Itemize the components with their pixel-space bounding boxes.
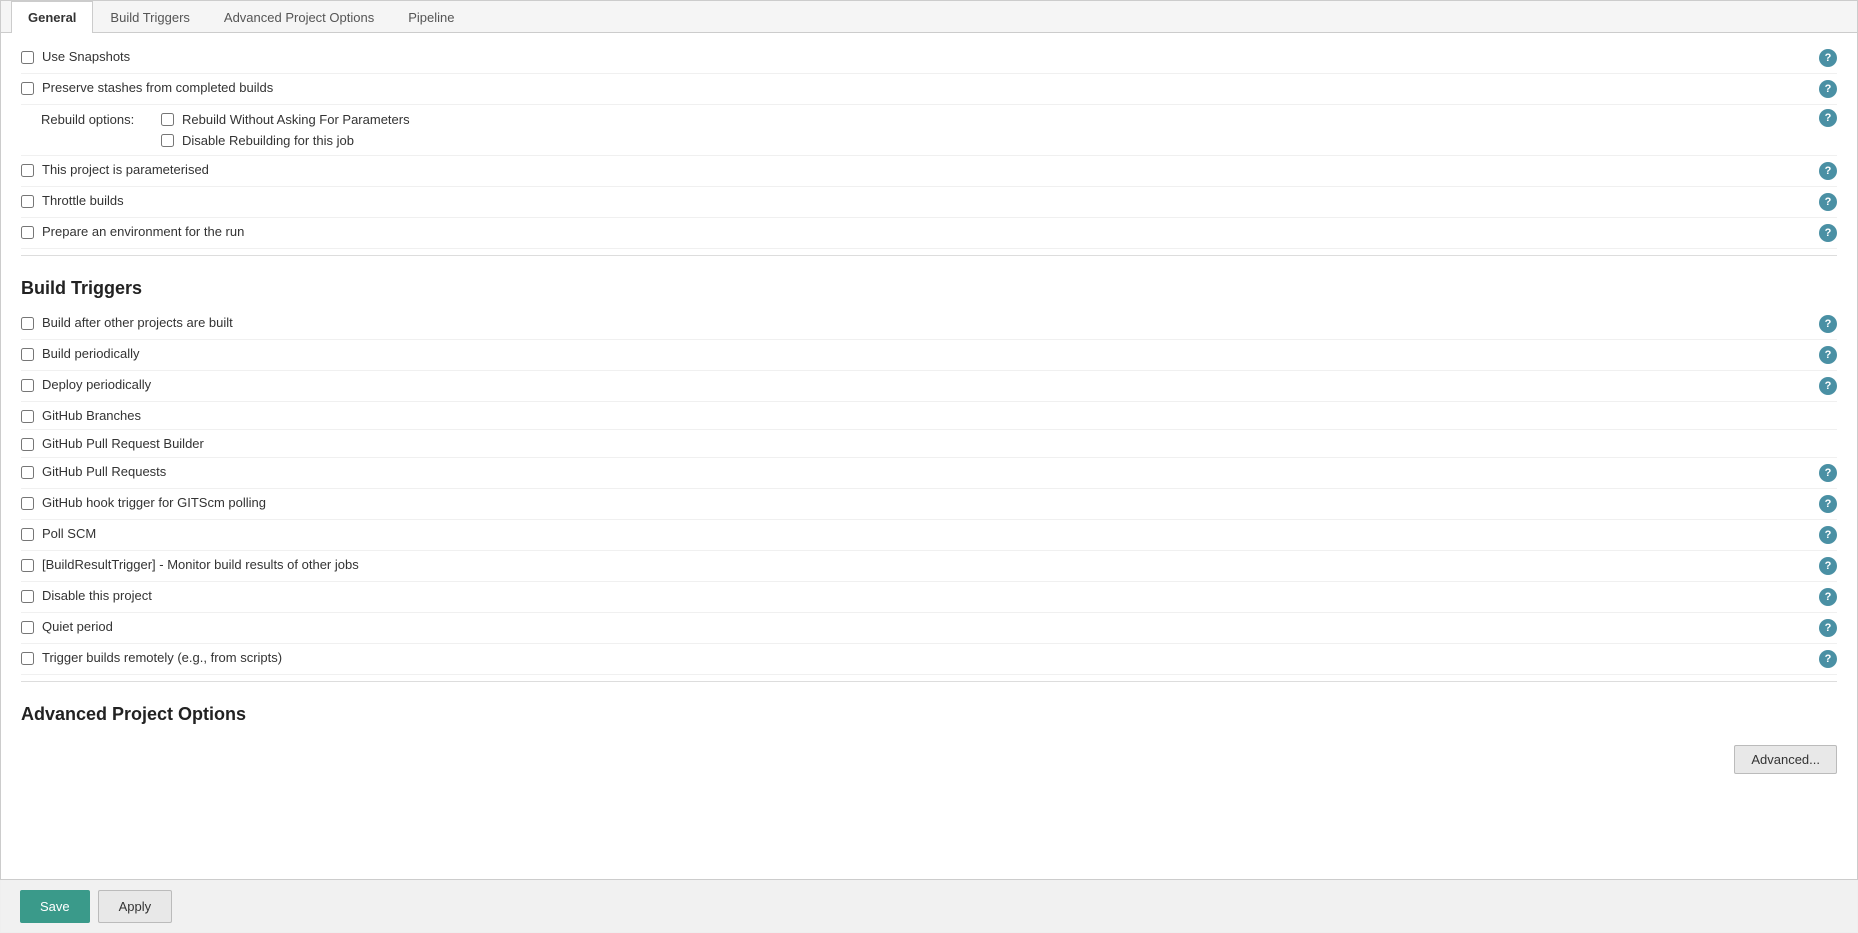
github-pull-requests-row: GitHub Pull Requests ? bbox=[21, 458, 1837, 489]
deploy-periodically-checkbox[interactable] bbox=[21, 379, 34, 392]
build-result-trigger-label: [BuildResultTrigger] - Monitor build res… bbox=[42, 557, 1809, 572]
build-after-label: Build after other projects are built bbox=[42, 315, 1809, 330]
throttle-builds-row: Throttle builds ? bbox=[21, 187, 1837, 218]
prepare-environment-label: Prepare an environment for the run bbox=[42, 224, 1809, 239]
prepare-environment-help-icon[interactable]: ? bbox=[1819, 224, 1837, 242]
quiet-period-checkbox[interactable] bbox=[21, 621, 34, 634]
github-branches-label: GitHub Branches bbox=[42, 408, 1837, 423]
tab-build-triggers[interactable]: Build Triggers bbox=[93, 1, 206, 33]
rebuild-without-asking-label: Rebuild Without Asking For Parameters bbox=[182, 112, 410, 127]
divider-2 bbox=[21, 681, 1837, 682]
trigger-builds-remotely-checkbox[interactable] bbox=[21, 652, 34, 665]
parameterised-label: This project is parameterised bbox=[42, 162, 1809, 177]
build-after-checkbox[interactable] bbox=[21, 317, 34, 330]
rebuild-checkboxes-container: Rebuild Without Asking For Parameters Di… bbox=[161, 109, 1809, 151]
github-branches-checkbox[interactable] bbox=[21, 410, 34, 423]
build-result-trigger-checkbox[interactable] bbox=[21, 559, 34, 572]
disable-rebuilding-checkbox[interactable] bbox=[161, 134, 174, 147]
quiet-period-label: Quiet period bbox=[42, 619, 1809, 634]
advanced-button[interactable]: Advanced... bbox=[1734, 745, 1837, 774]
use-snapshots-label: Use Snapshots bbox=[42, 49, 1809, 64]
disable-project-help-icon[interactable]: ? bbox=[1819, 588, 1837, 606]
save-button[interactable]: Save bbox=[20, 890, 90, 923]
rebuild-options-label: Rebuild options: bbox=[21, 109, 161, 127]
advanced-button-row: Advanced... bbox=[21, 735, 1837, 784]
build-result-trigger-help-icon[interactable]: ? bbox=[1819, 557, 1837, 575]
github-pull-request-builder-checkbox[interactable] bbox=[21, 438, 34, 451]
poll-scm-checkbox[interactable] bbox=[21, 528, 34, 541]
tab-advanced-project-options[interactable]: Advanced Project Options bbox=[207, 1, 391, 33]
use-snapshots-help-icon[interactable]: ? bbox=[1819, 49, 1837, 67]
rebuild-without-asking-row: Rebuild Without Asking For Parameters bbox=[161, 109, 1809, 130]
build-after-row: Build after other projects are built ? bbox=[21, 309, 1837, 340]
poll-scm-label: Poll SCM bbox=[42, 526, 1809, 541]
github-pull-requests-help-icon[interactable]: ? bbox=[1819, 464, 1837, 482]
build-after-help-icon[interactable]: ? bbox=[1819, 315, 1837, 333]
throttle-builds-checkbox[interactable] bbox=[21, 195, 34, 208]
build-triggers-section-title: Build Triggers bbox=[21, 262, 1837, 309]
parameterised-help-icon[interactable]: ? bbox=[1819, 162, 1837, 180]
deploy-periodically-help-icon[interactable]: ? bbox=[1819, 377, 1837, 395]
quiet-period-help-icon[interactable]: ? bbox=[1819, 619, 1837, 637]
build-periodically-row: Build periodically ? bbox=[21, 340, 1837, 371]
build-result-trigger-row: [BuildResultTrigger] - Monitor build res… bbox=[21, 551, 1837, 582]
divider-1 bbox=[21, 255, 1837, 256]
quiet-period-row: Quiet period ? bbox=[21, 613, 1837, 644]
poll-scm-row: Poll SCM ? bbox=[21, 520, 1837, 551]
throttle-builds-help-icon[interactable]: ? bbox=[1819, 193, 1837, 211]
parameterised-row: This project is parameterised ? bbox=[21, 156, 1837, 187]
deploy-periodically-row: Deploy periodically ? bbox=[21, 371, 1837, 402]
github-pull-requests-label: GitHub Pull Requests bbox=[42, 464, 1809, 479]
build-periodically-checkbox[interactable] bbox=[21, 348, 34, 361]
github-branches-row: GitHub Branches bbox=[21, 402, 1837, 430]
rebuild-options-help-icon[interactable]: ? bbox=[1819, 109, 1837, 127]
trigger-builds-remotely-help-icon[interactable]: ? bbox=[1819, 650, 1837, 668]
trigger-builds-remotely-label: Trigger builds remotely (e.g., from scri… bbox=[42, 650, 1809, 665]
use-snapshots-row: Use Snapshots ? bbox=[21, 43, 1837, 74]
disable-project-checkbox[interactable] bbox=[21, 590, 34, 603]
prepare-environment-checkbox[interactable] bbox=[21, 226, 34, 239]
apply-button[interactable]: Apply bbox=[98, 890, 173, 923]
parameterised-checkbox[interactable] bbox=[21, 164, 34, 177]
bottom-action-bar: Save Apply bbox=[0, 879, 1858, 933]
build-periodically-label: Build periodically bbox=[42, 346, 1809, 361]
preserve-stashes-label: Preserve stashes from completed builds bbox=[42, 80, 1809, 95]
disable-project-label: Disable this project bbox=[42, 588, 1809, 603]
throttle-builds-label: Throttle builds bbox=[42, 193, 1809, 208]
deploy-periodically-label: Deploy periodically bbox=[42, 377, 1809, 392]
github-hook-trigger-help-icon[interactable]: ? bbox=[1819, 495, 1837, 513]
poll-scm-help-icon[interactable]: ? bbox=[1819, 526, 1837, 544]
github-pull-request-builder-row: GitHub Pull Request Builder bbox=[21, 430, 1837, 458]
disable-rebuilding-label: Disable Rebuilding for this job bbox=[182, 133, 354, 148]
preserve-stashes-row: Preserve stashes from completed builds ? bbox=[21, 74, 1837, 105]
prepare-environment-row: Prepare an environment for the run ? bbox=[21, 218, 1837, 249]
github-pull-request-builder-label: GitHub Pull Request Builder bbox=[42, 436, 1837, 451]
tabs-bar: General Build Triggers Advanced Project … bbox=[1, 1, 1857, 33]
github-pull-requests-checkbox[interactable] bbox=[21, 466, 34, 479]
rebuild-without-asking-checkbox[interactable] bbox=[161, 113, 174, 126]
advanced-project-options-title: Advanced Project Options bbox=[21, 688, 1837, 735]
disable-rebuilding-row: Disable Rebuilding for this job bbox=[161, 130, 1809, 151]
trigger-builds-remotely-row: Trigger builds remotely (e.g., from scri… bbox=[21, 644, 1837, 675]
github-hook-trigger-checkbox[interactable] bbox=[21, 497, 34, 510]
use-snapshots-checkbox[interactable] bbox=[21, 51, 34, 64]
rebuild-options-row: Rebuild options: Rebuild Without Asking … bbox=[21, 105, 1837, 156]
build-periodically-help-icon[interactable]: ? bbox=[1819, 346, 1837, 364]
github-hook-trigger-label: GitHub hook trigger for GITScm polling bbox=[42, 495, 1809, 510]
tab-general[interactable]: General bbox=[11, 1, 93, 33]
disable-project-row: Disable this project ? bbox=[21, 582, 1837, 613]
github-hook-trigger-row: GitHub hook trigger for GITScm polling ? bbox=[21, 489, 1837, 520]
preserve-stashes-checkbox[interactable] bbox=[21, 82, 34, 95]
tab-pipeline[interactable]: Pipeline bbox=[391, 1, 471, 33]
preserve-stashes-help-icon[interactable]: ? bbox=[1819, 80, 1837, 98]
